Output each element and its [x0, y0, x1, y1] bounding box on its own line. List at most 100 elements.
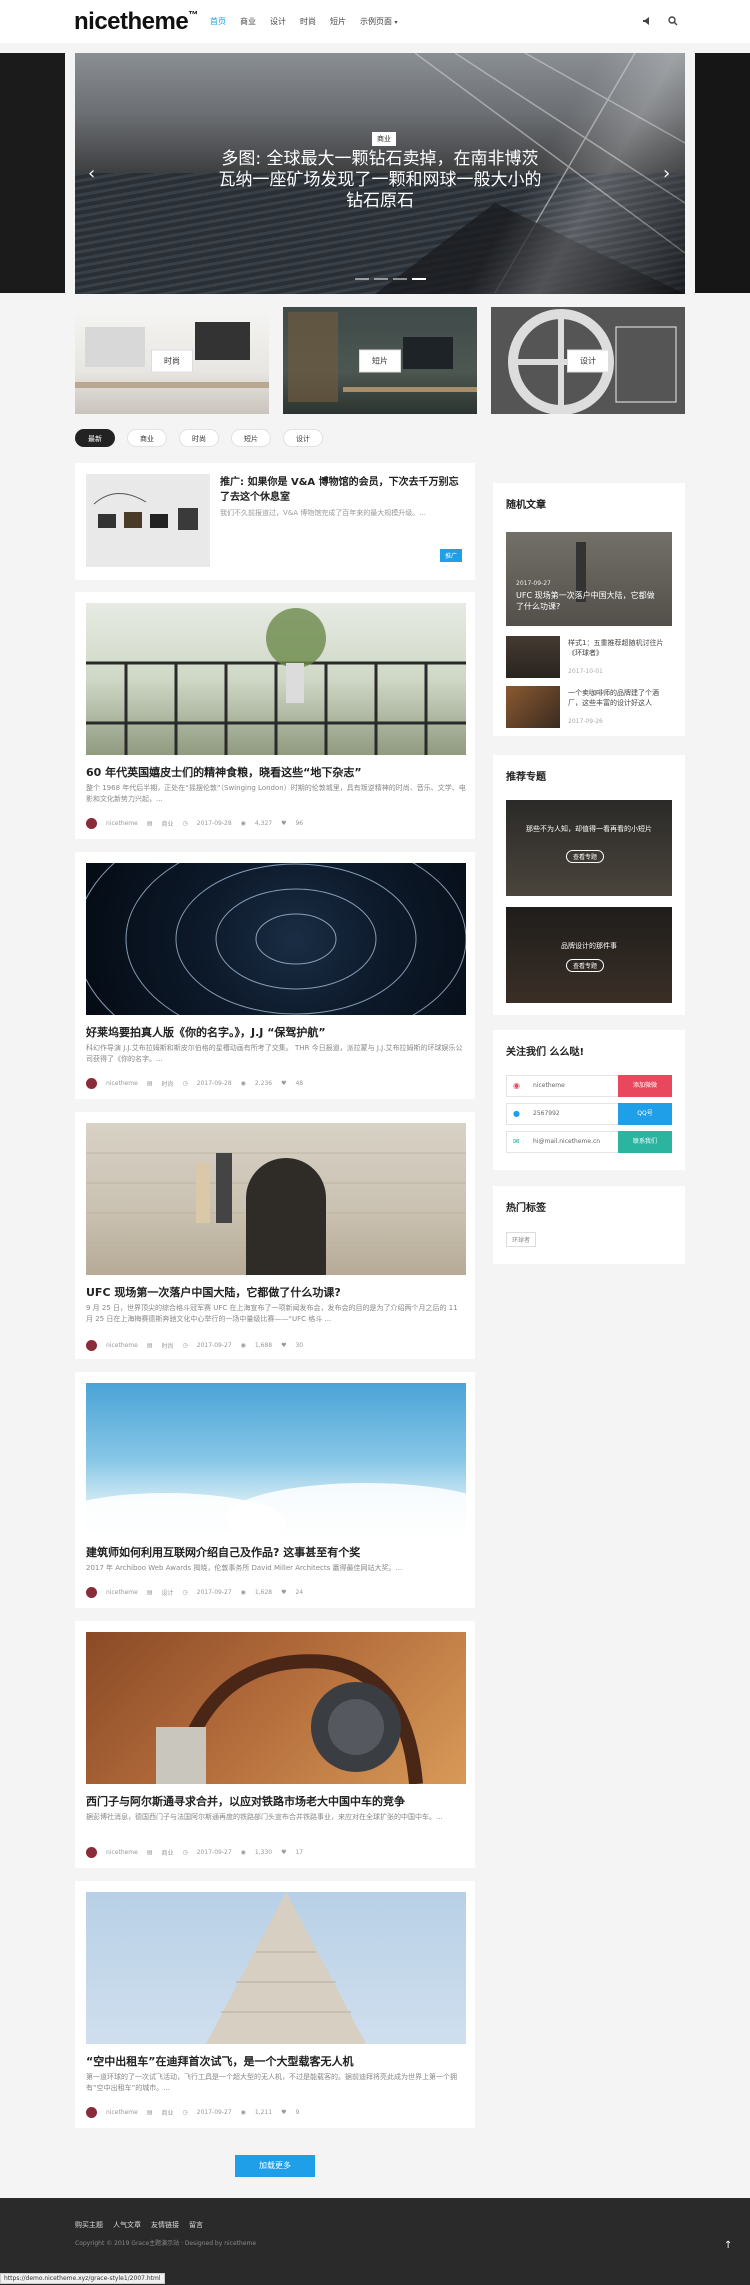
nav-fashion[interactable]: 时尚	[300, 16, 316, 27]
topic-button[interactable]: 查看专题	[566, 959, 605, 972]
category-card-shorts[interactable]: 短片	[283, 307, 477, 414]
slider-dot[interactable]	[355, 278, 369, 280]
post-author[interactable]: nicetheme	[106, 1342, 138, 1349]
post-image[interactable]	[86, 1632, 466, 1784]
announcement-icon[interactable]	[640, 14, 654, 28]
nav-business[interactable]: 商业	[240, 16, 256, 27]
tab-business[interactable]: 商业	[127, 429, 167, 447]
tab-shorts[interactable]: 短片	[231, 429, 271, 447]
footer-link[interactable]: 友情链接	[151, 2220, 179, 2230]
footer-link[interactable]: 人气文章	[113, 2220, 141, 2230]
tab-latest[interactable]: 最新	[75, 429, 115, 447]
post-likes: 96	[295, 820, 304, 827]
nav-design[interactable]: 设计	[270, 16, 286, 27]
post-card[interactable]: 建筑师如何利用互联网介绍自己及作品? 这事甚至有个奖 2017 年 Archib…	[75, 1372, 475, 1608]
post-card[interactable]: 西门子与阿尔斯通寻求合并，以应对铁路市场老大中国中车的竞争 据彭博社消息，德国西…	[75, 1621, 475, 1868]
random-item-thumb[interactable]	[506, 636, 560, 678]
footer-link[interactable]: 购买主题	[75, 2220, 103, 2230]
avatar[interactable]	[86, 1847, 97, 1858]
topic-button[interactable]: 查看专题	[566, 850, 605, 863]
post-title[interactable]: 好莱坞要拍真人版《你的名字。》，J.J “保驾护航”	[86, 1024, 466, 1040]
post-author[interactable]: nicetheme	[106, 1080, 138, 1087]
follow-qq[interactable]: ● 2567992 QQ号	[506, 1103, 672, 1125]
post-image[interactable]	[86, 1892, 466, 2044]
topic-card[interactable]: 品牌设计的那件事 查看专题	[506, 907, 672, 1003]
eye-icon: ◉	[240, 1849, 246, 1856]
post-image[interactable]	[86, 863, 466, 1015]
avatar[interactable]	[86, 1587, 97, 1598]
follow-button[interactable]: QQ号	[618, 1103, 672, 1125]
post-author[interactable]: nicetheme	[106, 1589, 138, 1596]
post-author[interactable]: nicetheme	[106, 1849, 138, 1856]
random-item-title[interactable]: 样式1：五重推荐超随机讨往片《环球者》	[568, 638, 672, 658]
nav-home[interactable]: 首页	[210, 16, 226, 27]
avatar[interactable]	[86, 1340, 97, 1351]
topic-card[interactable]: 那些不为人知，却值得一看再看的小短片 查看专题	[506, 800, 672, 896]
avatar[interactable]	[86, 818, 97, 829]
post-image[interactable]	[86, 603, 466, 755]
post-card[interactable]: UFC 现场第一次落户中国大陆，它都做了什么功课? 9 月 25 日，世界顶尖的…	[75, 1112, 475, 1359]
tag-item[interactable]: 环球者	[506, 1232, 537, 1247]
back-to-top-icon[interactable]: ↑	[724, 2240, 732, 2251]
footer-link[interactable]: 留言	[189, 2220, 203, 2230]
post-title[interactable]: 西门子与阿尔斯通寻求合并，以应对铁路市场老大中国中车的竞争	[86, 1793, 466, 1809]
slider-prev-icon[interactable]: ‹	[88, 163, 95, 184]
follow-button[interactable]: 联系我们	[618, 1131, 672, 1153]
post-category[interactable]: 时尚	[162, 1341, 174, 1350]
post-title[interactable]: UFC 现场第一次落户中国大陆，它都做了什么功课?	[86, 1284, 466, 1300]
post-category[interactable]: 时尚	[162, 1079, 174, 1088]
post-excerpt: 据彭博社消息，德国西门子与法国阿尔斯通再度的铁路部门头宣布合并铁路事业，来应对在…	[86, 1813, 443, 1821]
post-image-clouds	[86, 1483, 466, 1535]
topic-title: 品牌设计的那件事	[561, 942, 617, 950]
post-category[interactable]: 设计	[162, 1588, 174, 1597]
random-item[interactable]: 一个卖咖啡师的品牌建了个酒厂，这些丰富的设计好这人 2017-09-26	[506, 686, 672, 728]
post-card[interactable]: 60 年代英国嬉皮士们的精神食粮，晓看这些“地下杂志” 整个 1968 年代后半…	[75, 592, 475, 839]
post-title[interactable]: 60 年代英国嬉皮士们的精神食粮，晓看这些“地下杂志”	[86, 764, 466, 780]
load-more-button[interactable]: 加载更多	[235, 2155, 315, 2177]
category-card-design[interactable]: 设计	[491, 307, 685, 414]
random-feature-title[interactable]: UFC 现场第一次落户中国大陆，它都做了什么功课?	[516, 590, 662, 612]
post-image[interactable]	[86, 1383, 466, 1535]
random-feature[interactable]: 2017-09-27 UFC 现场第一次落户中国大陆，它都做了什么功课?	[506, 532, 672, 626]
follow-button[interactable]: 添加微微	[618, 1075, 672, 1097]
tab-fashion[interactable]: 时尚	[179, 429, 219, 447]
slider-next-icon[interactable]: ›	[663, 163, 670, 184]
random-item-title[interactable]: 一个卖咖啡师的品牌建了个酒厂，这些丰富的设计好这人	[568, 688, 672, 708]
random-item[interactable]: 样式1：五重推荐超随机讨往片《环球者》 2017-10-01	[506, 636, 672, 678]
slider-dot[interactable]	[374, 278, 388, 280]
hero-title[interactable]: 多图: 全球最大一颗钻石卖掉，在南非博茨瓦纳一座矿场发现了一颗和网球一般大小的钻…	[215, 149, 545, 212]
post-date: 2017-09-28	[196, 820, 232, 827]
post-category[interactable]: 商业	[162, 2108, 174, 2117]
search-icon[interactable]	[666, 14, 680, 28]
post-author[interactable]: nicetheme	[106, 2109, 138, 2116]
avatar[interactable]	[86, 2107, 97, 2118]
post-title[interactable]: 建筑师如何利用互联网介绍自己及作品? 这事甚至有个奖	[86, 1544, 466, 1560]
random-item-thumb[interactable]	[506, 686, 560, 728]
post-meta: nicetheme ▤ 时尚 ◷ 2017-09-27 ◉ 1,688 ♥ 30	[86, 1340, 303, 1351]
chevron-down-icon: ▾	[394, 19, 398, 26]
post-views: 1,628	[254, 1589, 273, 1596]
tab-design[interactable]: 设计	[283, 429, 323, 447]
post-title[interactable]: “空中出租车”在迪拜首次试飞，是一个大型载客无人机	[86, 2053, 466, 2069]
promo-card[interactable]: 推广: 如果你是 V&A 博物馆的会员，下次去千万别忘了去这个休息室 我们不久前…	[75, 463, 475, 580]
site-logo[interactable]: nicetheme™	[74, 8, 198, 36]
post-author[interactable]: nicetheme	[106, 820, 138, 827]
post-card[interactable]: 好莱坞要拍真人版《你的名字。》，J.J “保驾护航” 科幻作导演 J.J.艾布拉…	[75, 852, 475, 1099]
promo-title[interactable]: 推广: 如果你是 V&A 博物馆的会员，下次去千万别忘了去这个休息室	[220, 475, 465, 505]
post-card[interactable]: “空中出租车”在迪拜首次试飞，是一个大型载客无人机 第一道环球的了一次试飞活动，…	[75, 1881, 475, 2128]
avatar[interactable]	[86, 1078, 97, 1089]
post-category[interactable]: 商业	[162, 1848, 174, 1857]
hero-category-tag[interactable]: 商业	[372, 132, 396, 146]
main-nav: 首页 商业 设计 时尚 短片 示例页面 ▾	[210, 16, 398, 27]
slider-dot[interactable]	[393, 278, 407, 280]
hero-slider[interactable]: 商业 多图: 全球最大一颗钻石卖掉，在南非博茨瓦纳一座矿场发现了一颗和网球一般大…	[75, 53, 685, 294]
follow-weibo[interactable]: ◉ nicetheme 添加微微	[506, 1075, 672, 1097]
category-card-fashion[interactable]: 时尚	[75, 307, 269, 414]
post-category[interactable]: 商业	[162, 819, 174, 828]
post-image[interactable]	[86, 1123, 466, 1275]
nav-sample-pages[interactable]: 示例页面 ▾	[360, 16, 398, 27]
follow-email[interactable]: ✉ hi@mail.nicetheme.cn 联系我们	[506, 1131, 672, 1153]
post-image-balcony	[86, 608, 466, 755]
nav-shorts[interactable]: 短片	[330, 16, 346, 27]
slider-dot-active[interactable]	[412, 278, 426, 280]
